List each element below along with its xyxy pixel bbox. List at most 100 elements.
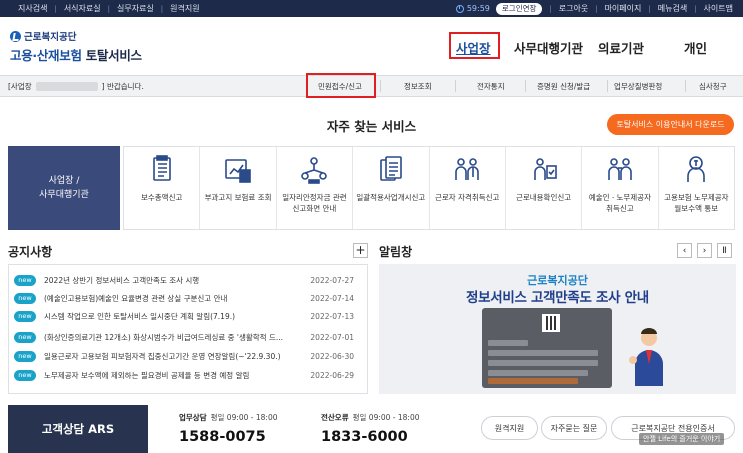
notice-date: 2022-07-27 — [310, 275, 354, 285]
service-job-stability[interactable]: 일자리안정자금 관련 신고화면 안내 — [277, 147, 354, 229]
survey-card-image — [482, 308, 612, 388]
forms-link[interactable]: 서식자료실 — [64, 3, 101, 14]
service-work-confirm[interactable]: 근로내용확인신고 — [506, 147, 583, 229]
chart-calculator-icon — [225, 159, 251, 183]
new-badge: new — [14, 310, 36, 322]
work-consult-block: 업무상담 평일 09:00 - 18:00 1588-0075 — [179, 412, 278, 445]
tab-appeal[interactable]: 심사청구 — [699, 76, 727, 96]
tab-certificate[interactable]: 증명원 신청/발급 — [537, 76, 590, 96]
active-nav-highlight — [449, 32, 500, 59]
list-item[interactable]: new 시스템 작업으로 인한 토탈서비스 일시중단 계획 알림(7.19.) … — [14, 310, 354, 322]
service-worker-acquire[interactable]: 근로자 자격취득신고 — [430, 147, 506, 229]
alert-panel-title: 알림창 — [379, 245, 413, 259]
money-worker-icon — [687, 156, 706, 182]
mypage-link[interactable]: 마이페이지 — [605, 3, 642, 14]
logout-link[interactable]: 로그아웃 — [559, 3, 588, 14]
service-batch-start[interactable]: 일괄적용사업개시신고 — [353, 147, 430, 229]
presenter-illustration-icon — [629, 328, 663, 386]
service-premium-inquiry[interactable]: 부과고지 보험료 조회 — [200, 147, 277, 229]
alert-banner[interactable]: 근로복지공단 정보서비스 고객만족도 조사 안내 — [379, 264, 736, 394]
service-label: 근로내용확인신고 — [515, 193, 572, 202]
notice-date: 2022-07-01 — [310, 332, 354, 342]
practice-materials-link[interactable]: 실무자료실 — [117, 3, 154, 14]
logo-service-dark: 토탈서비스 — [85, 48, 142, 63]
service-label: 예술인ㆍ노무제공자 취득신고 — [588, 193, 651, 213]
guide-download-button[interactable]: 토탈서비스 이용안내서 다운로드 — [607, 114, 734, 135]
masked-company-name — [35, 81, 98, 91]
nav-medical[interactable]: 의료기관 — [598, 38, 644, 57]
service-monthly-wage[interactable]: 고용보험 노무제공자 월보수액 통보 — [659, 147, 734, 229]
tab-disease-judgment[interactable]: 업무상질병판정 — [614, 76, 662, 96]
account-links: 59:59 로그인연장 | 로그아웃 | 마이페이지 | 메뉴검색 | 사이트맵 — [455, 0, 733, 17]
service-label: 고용보험 노무제공자 월보수액 통보 — [664, 193, 729, 213]
work-label: 업무상담 — [179, 413, 207, 422]
service-label: 보수총액신고 — [140, 193, 183, 202]
notice-text: 2022년 상반기 정보서비스 고객만족도 조사 시행 — [44, 275, 200, 285]
documents-stack-icon — [380, 156, 402, 181]
worker-check-icon — [533, 158, 557, 180]
notice-date: 2022-07-13 — [310, 311, 354, 321]
remote-support-link[interactable]: 원격지원 — [170, 3, 199, 14]
service-artist-acquire[interactable]: 예술인ㆍ노무제공자 취득신고 — [582, 147, 659, 229]
notice-title: 공지사항 — [8, 245, 53, 259]
service-label: 부과고지 보험료 조회 — [204, 193, 272, 202]
tab-info-inquiry[interactable]: 정보조회 — [404, 76, 432, 96]
menu-search-link[interactable]: 메뉴검색 — [658, 3, 687, 14]
utility-links: 지사검색 | 서식자료실 | 실무자료실 | 원격지원 — [18, 3, 200, 14]
it-label: 전산오류 — [321, 413, 349, 422]
notice-more-button[interactable]: + — [353, 243, 368, 258]
login-extend-button[interactable]: 로그인연장 — [495, 2, 543, 15]
work-hours: 평일 09:00 - 18:00 — [210, 413, 278, 422]
new-badge: new — [14, 331, 36, 343]
faq-button[interactable]: 자주묻는 질문 — [541, 416, 607, 440]
pause-slide-button[interactable]: Ⅱ — [717, 243, 732, 258]
prev-slide-button[interactable]: ‹ — [677, 243, 692, 258]
it-hours: 평일 09:00 - 18:00 — [352, 413, 420, 422]
workplace-card-line1: 사업장 / — [48, 176, 80, 186]
greeting-prefix: [사업장 — [8, 81, 32, 91]
service-grid: 보수총액신고 부과고지 보험료 조회 일자리안정자금 관련 신고화면 안내 일괄… — [123, 146, 735, 230]
service-label: 일자리안정자금 관련 신고화면 안내 — [282, 193, 347, 213]
service-wage-report[interactable]: 보수총액신고 — [124, 147, 201, 229]
sitemap-link[interactable]: 사이트맵 — [704, 3, 733, 14]
list-item[interactable]: new (화상인증의료기관 12개소) 화상시범수가 비급여드레싱료 중 '생활… — [14, 331, 354, 343]
ars-label: 고객상담 ARS — [8, 405, 148, 453]
new-badge: new — [14, 369, 36, 381]
new-badge: new — [14, 292, 36, 304]
service-label: 근로자 자격취득신고 — [434, 193, 500, 202]
service-label: 일괄적용사업개시신고 — [356, 193, 426, 202]
new-badge: new — [14, 274, 36, 286]
logo-org-name: 근로복지공단 — [24, 32, 77, 43]
list-item[interactable]: new 2022년 상반기 정보서비스 고객만족도 조사 시행 2022-07-… — [14, 274, 354, 286]
notice-text: (예술인고용보험)예술인 요율변경 관련 상실 구분신고 안내 — [44, 293, 228, 303]
session-timer: 59:59 — [455, 4, 490, 13]
notice-text: 시스템 작업으로 인한 토탈서비스 일시중단 계획 알림(7.19.) — [44, 311, 236, 321]
greeting-suffix: ] 반갑습니다. — [101, 81, 144, 91]
site-logo[interactable]: 근로복지공단 고용·산재보험 토탈서비스 — [10, 29, 142, 64]
branch-search-link[interactable]: 지사검색 — [18, 3, 47, 14]
nav-agency[interactable]: 사무대행기관 — [514, 38, 583, 57]
notice-date: 2022-07-14 — [310, 293, 354, 303]
worker-add-icon — [455, 158, 479, 180]
new-badge: new — [14, 350, 36, 362]
workplace-agency-card[interactable]: 사업장 / 사무대행기관 — [8, 146, 120, 230]
nav-personal[interactable]: 개인 — [684, 38, 707, 57]
utility-bar: 지사검색 | 서식자료실 | 실무자료실 | 원격지원 59:59 로그인연장 … — [0, 0, 743, 17]
comwel-logo-icon — [10, 30, 21, 42]
notice-text: 노무제공자 보수액에 제외하는 필요경비 공제율 등 변경 예정 알림 — [44, 370, 250, 380]
list-item[interactable]: new 일용근로자 고용보험 피보험자격 집중신고기간 운영 연장알림(~'22… — [14, 350, 354, 362]
notice-text: 일용근로자 고용보험 피보험자격 집중신고기간 운영 연장알림(~'22.9.3… — [44, 351, 281, 361]
next-slide-button[interactable]: › — [697, 243, 712, 258]
banner-headline: 정보서비스 고객만족도 조사 안내 — [466, 290, 649, 306]
session-timer-value: 59:59 — [466, 4, 490, 13]
tab-e-notice[interactable]: 전자통지 — [477, 76, 505, 96]
artist-worker-icon — [608, 158, 632, 180]
active-subtab-highlight — [306, 73, 376, 98]
list-item[interactable]: new (예술인고용보험)예술인 요율변경 관련 상실 구분신고 안내 2022… — [14, 292, 354, 304]
qr-code-icon — [542, 314, 560, 332]
remote-support-button[interactable]: 원격지원 — [481, 416, 538, 440]
work-phone: 1588-0075 — [179, 429, 266, 445]
workplace-card-line2: 사무대행기관 — [39, 190, 89, 200]
list-item[interactable]: new 노무제공자 보수액에 제외하는 필요경비 공제율 등 변경 예정 알림 … — [14, 369, 354, 381]
notice-text: (화상인증의료기관 12개소) 화상시범수가 비급여드레싱료 중 '생활학적 드… — [44, 332, 284, 342]
